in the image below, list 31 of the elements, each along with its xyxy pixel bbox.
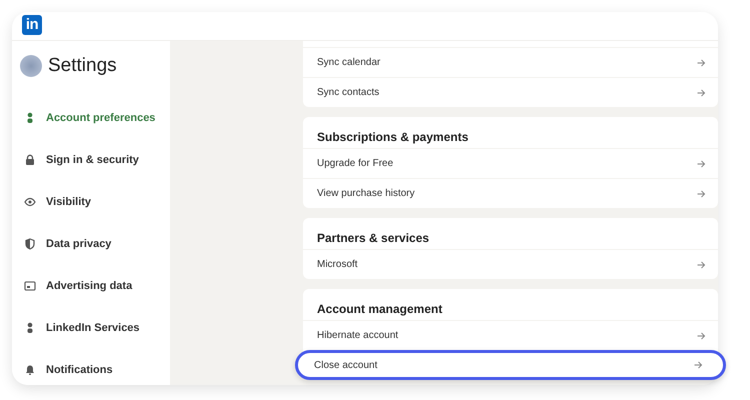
arrow-icon	[694, 361, 703, 369]
sidebar-item[interactable]: Sign in & security	[20, 139, 170, 181]
section-heading: Partners & services	[316, 230, 430, 247]
sidebar-item[interactable]: LinkedIn Services	[20, 307, 170, 349]
arrow-icon	[697, 160, 706, 168]
shield-icon	[24, 238, 36, 250]
settings-row[interactable]: Upgrade for Free	[303, 148, 718, 178]
logo[interactable]: in	[22, 15, 42, 35]
sidebar-item[interactable]: Account preferences	[20, 97, 170, 139]
settings-row[interactable]: View purchase history	[303, 178, 718, 208]
avatar	[20, 55, 42, 77]
arrow-icon	[697, 332, 706, 340]
arrow-icon	[697, 58, 706, 66]
bell-icon	[24, 364, 36, 376]
settings-title: Settings	[48, 55, 117, 77]
settings-row[interactable]: Sync calendar	[303, 47, 718, 77]
arrow-icon	[697, 260, 706, 268]
card-icon	[24, 280, 36, 292]
settings-row[interactable]: Microsoft	[303, 249, 718, 279]
section-heading: Subscriptions & payments	[316, 129, 470, 146]
settings-row[interactable]: Sync contacts	[303, 77, 718, 107]
lock-icon	[24, 154, 36, 166]
sidebar-item[interactable]: Advertising data	[20, 265, 170, 307]
arrow-icon	[697, 190, 706, 198]
arrow-icon	[697, 88, 706, 96]
sidebar-item[interactable]: Visibility	[20, 181, 170, 223]
settings-row[interactable]: Close account	[295, 350, 726, 380]
eye-icon	[24, 196, 36, 208]
sidebar-item[interactable]: Notifications	[20, 349, 170, 391]
section-heading: Account management	[316, 301, 444, 318]
sidebar-item[interactable]: Data privacy	[20, 223, 170, 265]
